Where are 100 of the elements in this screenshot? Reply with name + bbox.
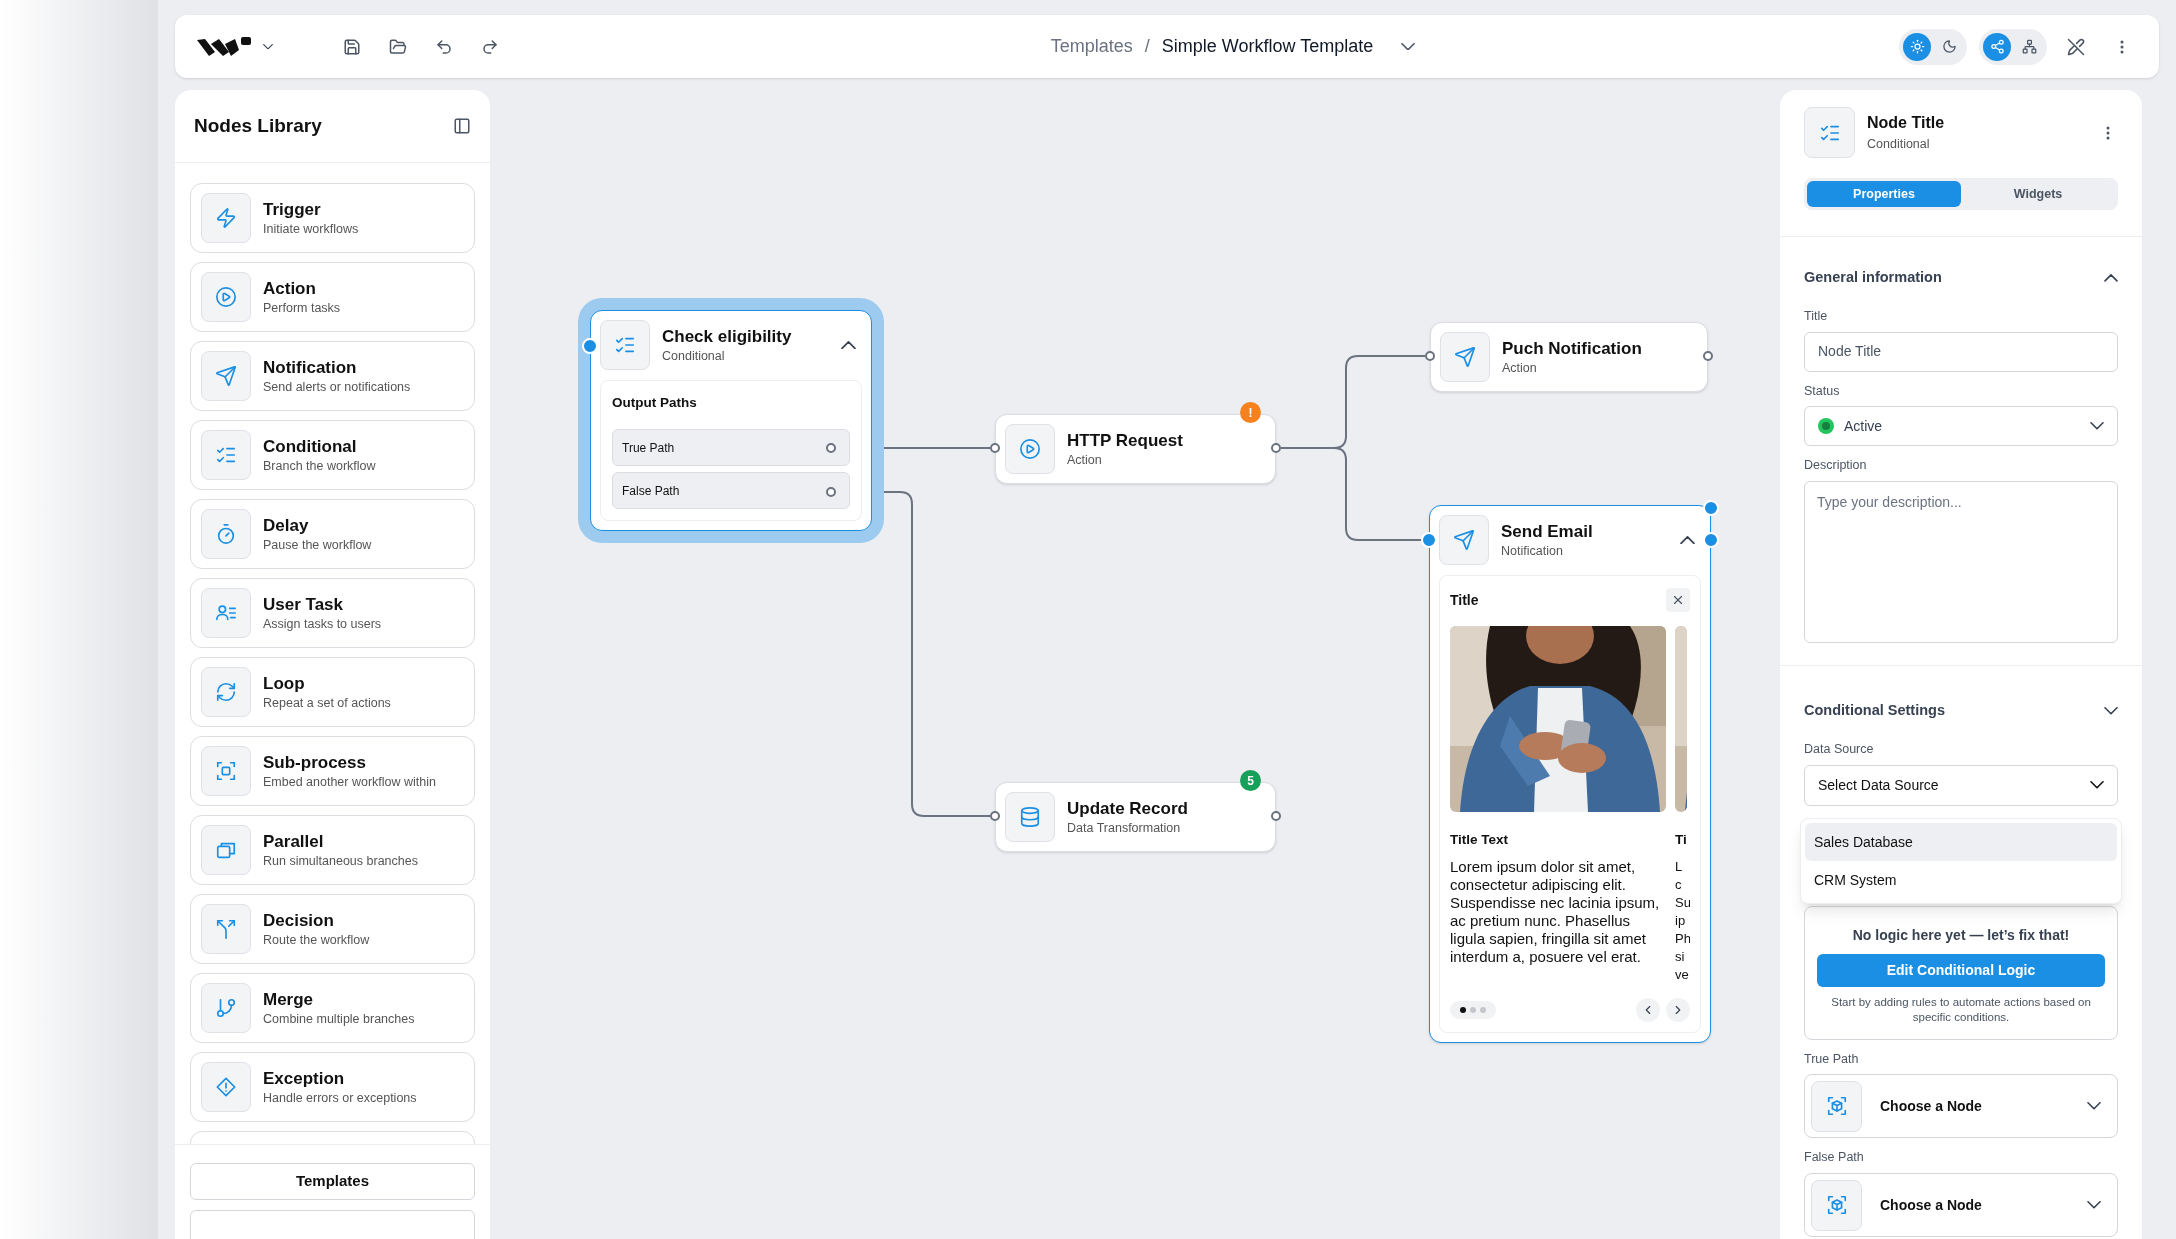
node-library-card[interactable]: Trigger Initiate workflows [190,183,475,253]
templates-button[interactable]: Templates [190,1163,475,1200]
close-button[interactable] [1666,588,1690,612]
chevron-down-icon[interactable] [2104,707,2118,715]
breadcrumb-current: Simple Workflow Template [1161,35,1374,58]
node-library-card[interactable]: Conditional Branch the workflow [190,420,475,490]
node-name: Sub-process [263,752,367,774]
node-library-card[interactable]: Loop Repeat a set of actions [190,657,475,727]
more-icon [2120,39,2124,54]
node-library-card[interactable]: Delay Pause the workflow [190,499,475,569]
node-title: Puch Notification [1502,338,1643,360]
node-name: Parallel [263,831,325,853]
output-path-row[interactable]: True Path [612,429,850,467]
description-field[interactable]: Type your description... [1804,481,2118,643]
node-description: Assign tasks to users [263,616,382,632]
sun-toggle[interactable] [1903,32,1931,61]
send-icon [1453,529,1475,551]
connection-port[interactable] [826,443,836,453]
chevron-down-icon[interactable] [1401,42,1416,51]
tab[interactable]: Widgets [1961,181,2115,207]
node-description: Send alerts or notifications [263,379,411,395]
node-description: Embed another workflow within [263,774,436,790]
cube-icon [1825,1095,1848,1118]
connection-port[interactable] [826,487,836,497]
node-name: Conditional [263,436,358,458]
node-description: Pause the workflow [263,537,372,553]
workflow-node[interactable]: Puch Notification Action [1430,322,1708,392]
connection-port[interactable] [990,811,1000,821]
connection-port[interactable] [990,443,1000,453]
share-nodes-toggle[interactable] [1983,32,2011,61]
node-library-card[interactable]: Sub-process Embed another workflow within [190,736,475,806]
field-label: Title [1804,307,1829,325]
node-type: Notification [1501,543,1564,559]
connection-port[interactable] [1271,811,1281,821]
selection-handle[interactable] [582,338,598,354]
branch-icon [215,997,237,1019]
node-select[interactable]: Choose a Node [1804,1173,2118,1237]
node-name: Exception [263,1068,346,1090]
breadcrumb-separator: / [1144,35,1150,58]
app-logo[interactable] [195,35,253,58]
send-icon [215,365,237,387]
chevron-down-icon [2087,1201,2101,1209]
node-library-card[interactable]: Notification Send alerts or notifications [190,341,475,411]
chevron-up-icon[interactable] [2104,274,2118,282]
slide-text: ve [1675,966,1687,985]
node-select[interactable]: Choose a Node [1804,1074,2118,1139]
sidebar-toggle-icon[interactable] [453,117,471,135]
pen-off-icon [2067,37,2085,56]
status-value: Active [1844,416,1884,436]
more-icon [2106,125,2110,140]
frame-icon [215,760,237,782]
dropdown-option[interactable]: Sales Database [1805,823,2117,861]
slide-title: Title Text [1450,831,1509,849]
next-button[interactable] [1666,998,1690,1023]
dropdown-option[interactable]: CRM System [1805,861,2117,899]
node-title: HTTP Request [1067,430,1184,452]
node-library-card[interactable]: User Task Assign tasks to users [190,578,475,648]
node-name: User Task [263,594,344,616]
chevron-down-icon [2090,781,2104,789]
node-name: Action [263,278,317,300]
hint-text: Start by adding rules to automate actions based on specific conditions. [1830,994,2092,1025]
slide-text: si [1675,948,1686,967]
hierarchy-icon [2021,39,2037,54]
field-label: True Path [1804,1050,1860,1068]
node-name: Delay [263,515,310,537]
slide-text: Lorem ipsum dolor sit amet, consectetur adipiscing elit. Suspendisse nec lacinia ipsum, ac pretium nunc. Phasellus ligula sapien, fringilla sit amet interdum a, posuere vel erat. [1450,858,1661,967]
moon-icon [1941,39,1957,54]
connection-port[interactable] [1703,351,1713,361]
node-title: Update Record [1067,798,1189,820]
status-select[interactable]: Active [1804,406,2118,447]
node-description: Repeat a set of actions [263,695,391,711]
play-icon [215,286,237,308]
select-placeholder: Choose a Node [1880,1096,1983,1116]
node-library-card[interactable]: Merge Combine multiple branches [190,973,475,1043]
connection-port[interactable] [1271,443,1281,453]
database-icon [1019,806,1041,828]
data-source-select[interactable]: Select Data Source [1804,764,2118,806]
undo-icon [435,37,453,56]
connection-port[interactable] [1425,351,1435,361]
node-name: Loop [263,673,306,695]
node-library-card[interactable]: Exception Handle errors or exceptions [190,1052,475,1122]
slide-title: Ti [1675,831,1687,849]
workflow-node[interactable] [1429,505,1711,1044]
output-path-row[interactable]: False Path [612,472,850,510]
title-input[interactable]: Node Title [1804,331,2118,372]
section-heading: General information [1804,268,1942,287]
node-library-card[interactable]: Parallel Run simultaneous branches [190,815,475,885]
collapse-icon[interactable] [841,340,856,350]
caret-icon[interactable] [263,43,273,50]
collapse-icon[interactable] [1680,535,1695,545]
lightning-icon [215,207,237,229]
node-library-card[interactable]: Decision Route the workflow [190,894,475,964]
breadcrumb-link[interactable]: Templates [1050,33,1133,60]
cube-icon [1825,1194,1848,1216]
section-heading: Conditional Settings [1804,701,1945,720]
previous-button[interactable] [1636,998,1660,1023]
chevron-down-icon [2087,1102,2101,1111]
node-name: Trigger [263,199,322,221]
select-placeholder: Choose a Node [1880,1195,1983,1215]
node-library-card[interactable]: Action Perform tasks [190,262,475,332]
